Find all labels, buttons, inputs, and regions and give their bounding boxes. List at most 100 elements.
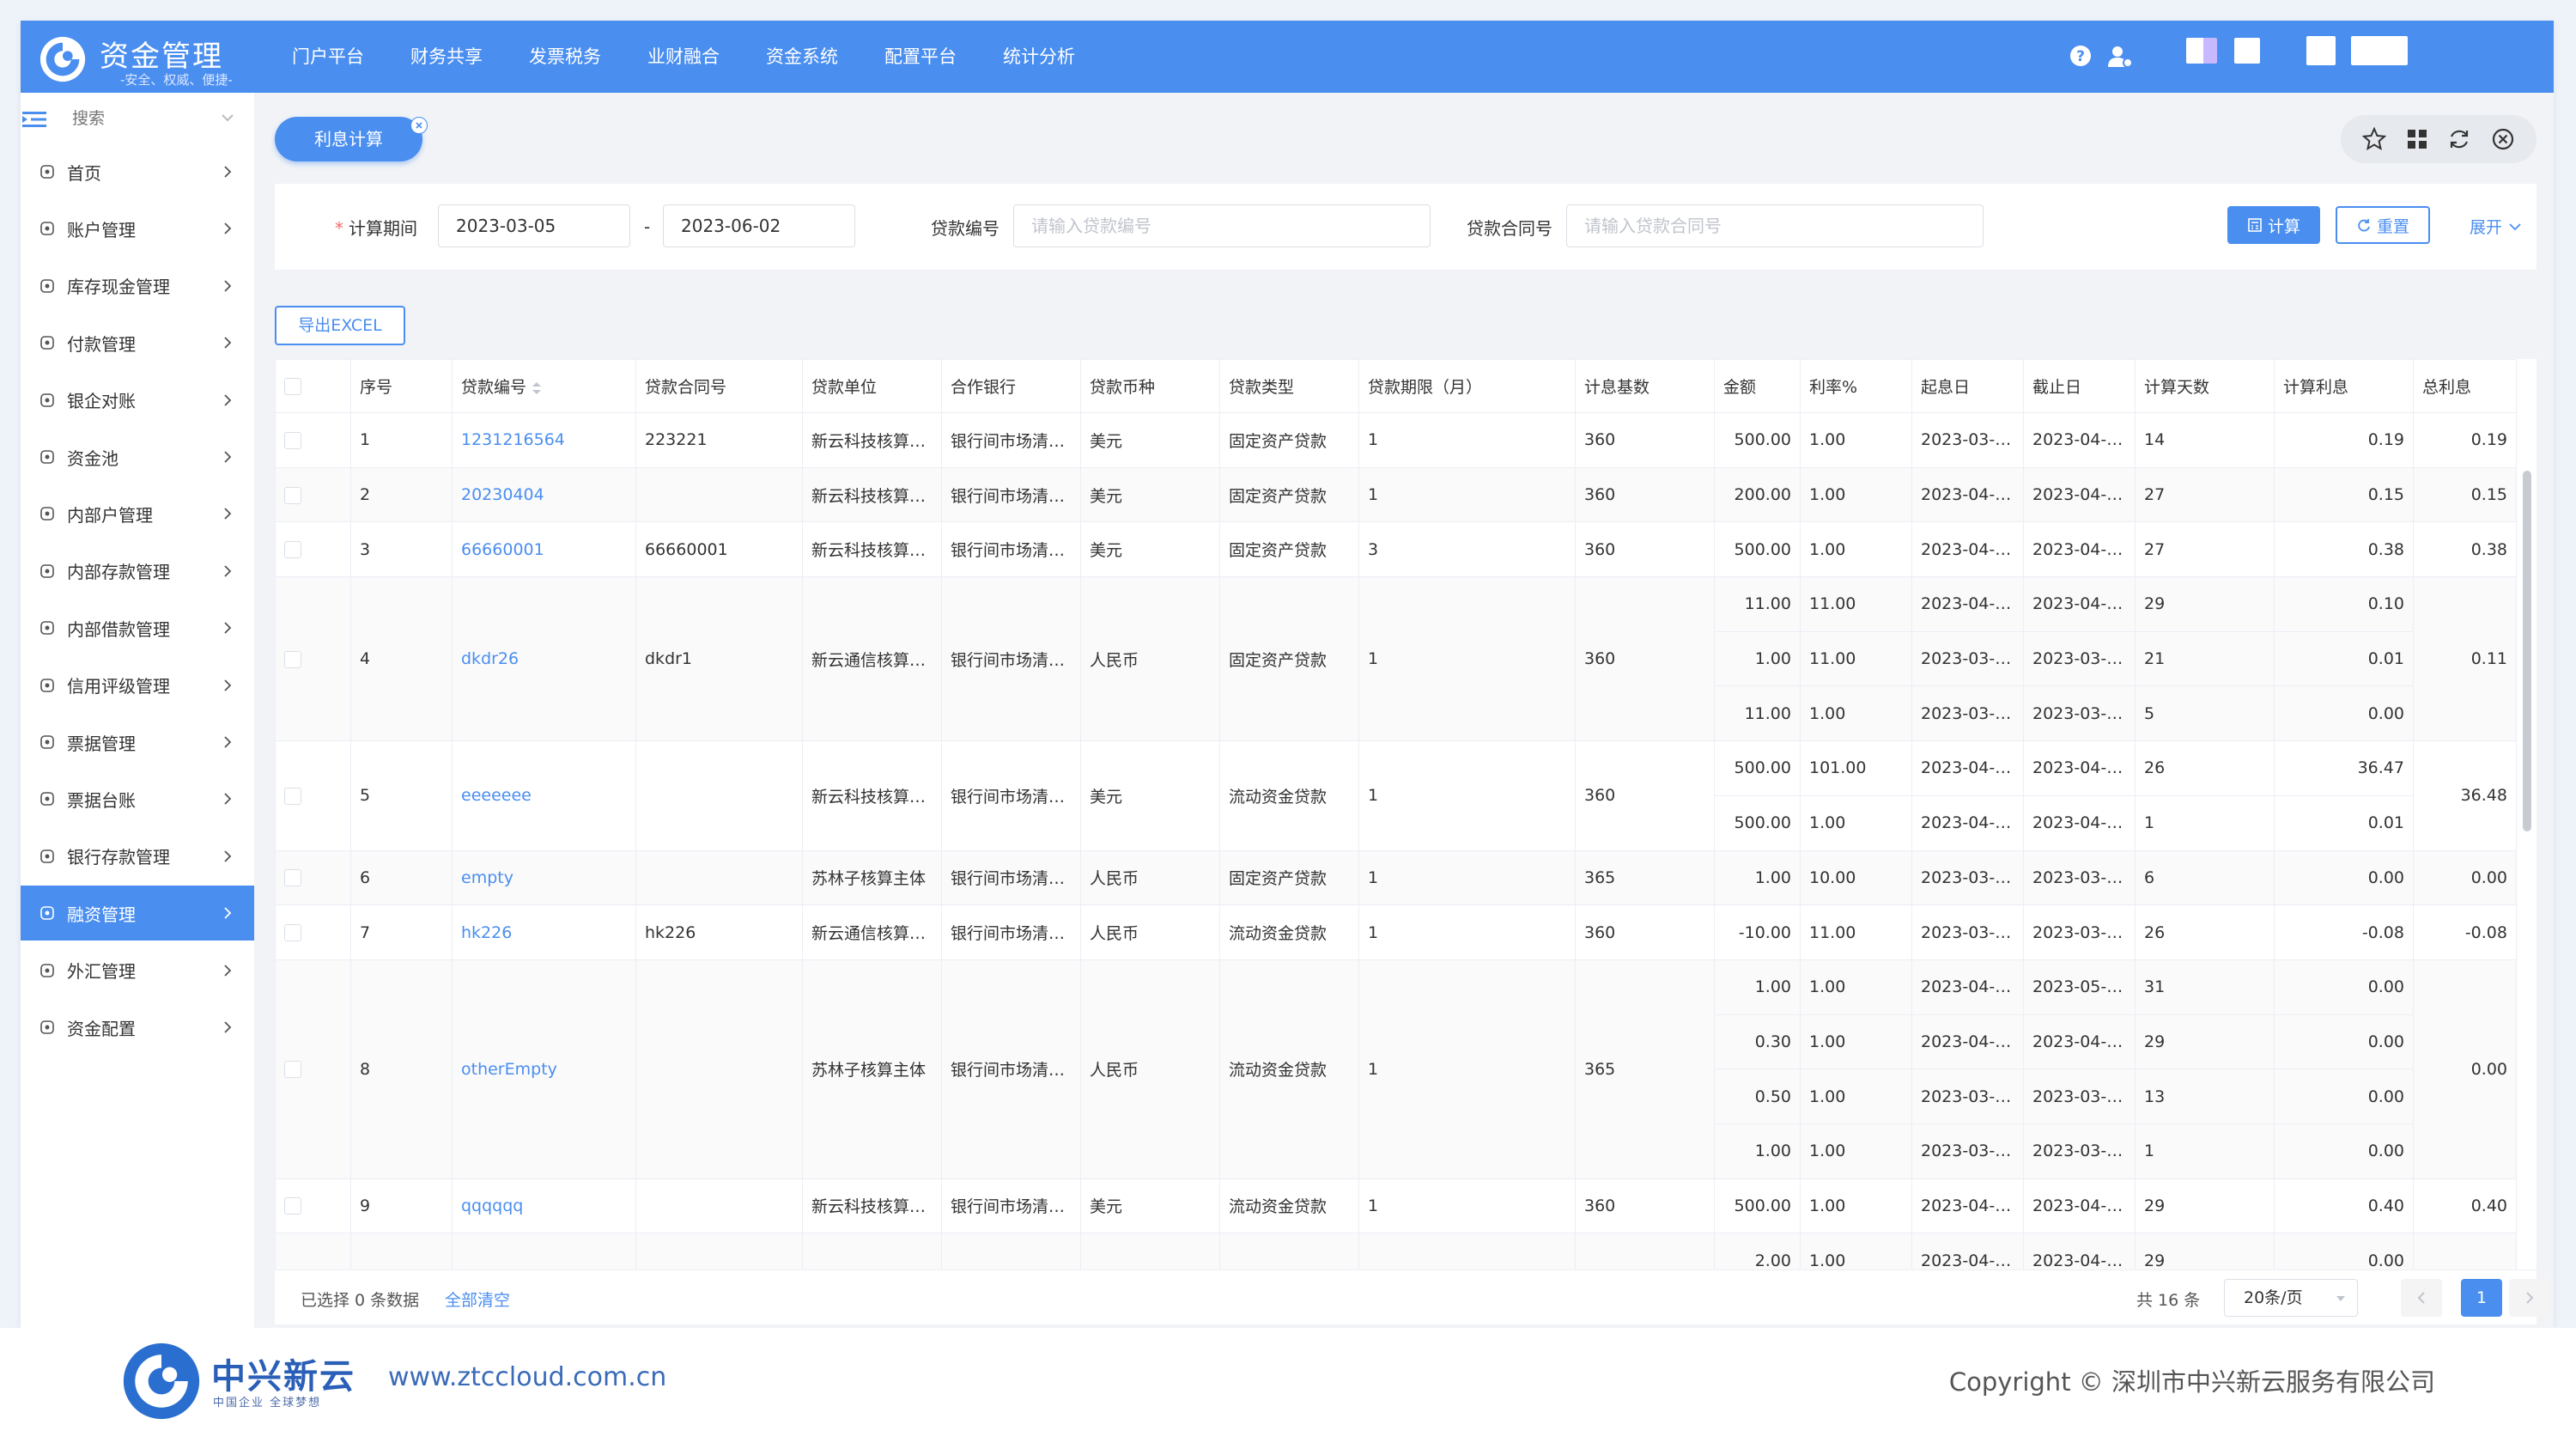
- cell-loan-no-link[interactable]: qqqqqq: [452, 1178, 636, 1234]
- sidebar-item[interactable]: 票据台账: [21, 771, 254, 826]
- account-name-box[interactable]: [2351, 36, 2408, 65]
- cell-type: 流动资金贷款: [1219, 1178, 1359, 1234]
- sidebar-item[interactable]: 库存现金管理: [21, 259, 254, 314]
- sort-icon[interactable]: [532, 381, 542, 396]
- sidebar-item[interactable]: 银行存款管理: [21, 829, 254, 884]
- row-checkbox[interactable]: [284, 541, 301, 559]
- cell-loan-no-link[interactable]: empty: [452, 849, 636, 906]
- page-size-select[interactable]: 20条/页: [2224, 1279, 2358, 1317]
- grid-icon[interactable]: [2406, 128, 2428, 150]
- row-checkbox[interactable]: [284, 650, 301, 668]
- row-select-cell: [275, 576, 351, 742]
- row-checkbox[interactable]: [284, 1061, 301, 1079]
- nav-statistics[interactable]: 统计分析: [1003, 21, 1075, 93]
- table-row[interactable]: 2 20230404 新云科技核算主体 银行间市场清算所 美元 固定资产贷款 1 360 200…: [275, 466, 2517, 523]
- user-settings-icon[interactable]: [2107, 45, 2133, 69]
- sidebar-item[interactable]: 账户管理: [21, 201, 254, 256]
- start-date-input[interactable]: [438, 204, 630, 247]
- table-row[interactable]: 7 hk226 hk226 新云通信核算主体 银行间市场清算所 人民币 流动资金贷款 1 360…: [275, 904, 2517, 960]
- page-button[interactable]: 1: [2461, 1279, 2502, 1317]
- cell-loan-no-link[interactable]: 20230404: [452, 466, 636, 523]
- sidebar-item[interactable]: 内部存款管理: [21, 544, 254, 599]
- table-row[interactable]: 8 otherEmpty 苏林子核算主体 银行间市场清算所 人民币 流动资金贷款 1 365 1…: [275, 959, 2517, 1179]
- chevron-right-icon: [224, 1021, 232, 1033]
- cell-rate: 1.00: [1800, 1014, 1912, 1070]
- sidebar-item[interactable]: 外汇管理: [21, 943, 254, 998]
- tab-interest-calc[interactable]: 利息计算: [275, 117, 422, 161]
- row-checkbox[interactable]: [284, 787, 301, 805]
- nav-config-platform[interactable]: 配置平台: [884, 21, 957, 93]
- cell-contract: [635, 466, 803, 523]
- tab-close-button[interactable]: [410, 117, 428, 134]
- table-row[interactable]: 1 1231216564 223221 新云科技核算主体 银行间市场清算所 美元 固定资产贷…: [275, 412, 2517, 468]
- chevron-down-icon[interactable]: [222, 113, 234, 122]
- nav-invoice-tax[interactable]: 发票税务: [529, 21, 601, 93]
- sidebar-item[interactable]: 首页: [21, 144, 254, 199]
- table-body: 1 1231216564 223221 新云科技核算主体 银行间市场清算所 美元 固定资产贷…: [275, 412, 2517, 1269]
- cell-loan-no-link[interactable]: hk226: [452, 904, 636, 960]
- user-avatar[interactable]: [2186, 38, 2217, 64]
- star-icon[interactable]: [2362, 127, 2387, 151]
- select-all-checkbox[interactable]: [284, 378, 301, 395]
- column-header: 截止日: [2023, 359, 2136, 413]
- table-row[interactable]: 3 66660001 66660001 新云科技核算主体 银行间市场清算所 美元 固定资产贷…: [275, 521, 2517, 578]
- nav-treasury-system[interactable]: 资金系统: [766, 21, 838, 93]
- table-row[interactable]: 2.00 1.00 2023-04-01 2023-04-30 29 0.00: [275, 1233, 2517, 1269]
- table-row[interactable]: 4 dkdr26 dkdr1 新云通信核算主体 银行间市场清算所 人民币 固定资产贷款 1 36…: [275, 576, 2517, 742]
- table-row[interactable]: 9 qqqqqq 新云科技核算主体 银行间市场清算所 美元 流动资金贷款 1 360 500.0…: [275, 1178, 2517, 1234]
- cell-loan-no-link[interactable]: 66660001: [452, 521, 636, 578]
- table-scrollbar[interactable]: [2523, 471, 2531, 831]
- sidebar-item[interactable]: 票据管理: [21, 715, 254, 770]
- cell-loan-no-link[interactable]: [452, 1233, 636, 1269]
- nav-portal[interactable]: 门户平台: [292, 21, 364, 93]
- cell-amount: 1.00: [1714, 849, 1801, 906]
- user-badge-box[interactable]: [2234, 38, 2260, 64]
- sidebar-item[interactable]: 信用评级管理: [21, 658, 254, 713]
- calculate-button-label: 计算: [2267, 216, 2300, 236]
- cell-bank: 银行间市场清算所: [941, 466, 1081, 523]
- sidebar-item[interactable]: 资金池: [21, 429, 254, 484]
- cell-rate: 1.00: [1800, 795, 1912, 851]
- sidebar-search-input[interactable]: [72, 105, 210, 132]
- row-checkbox[interactable]: [284, 486, 301, 504]
- row-checkbox[interactable]: [284, 924, 301, 942]
- sidebar-item[interactable]: 付款管理: [21, 315, 254, 370]
- sidebar-item[interactable]: 内部借款管理: [21, 600, 254, 655]
- next-page-button[interactable]: [2509, 1279, 2550, 1317]
- menu-fold-icon[interactable]: [21, 110, 50, 129]
- brand-url[interactable]: www.ztccloud.com.cn: [388, 1362, 666, 1392]
- help-icon[interactable]: ?: [2069, 45, 2092, 67]
- end-date-input[interactable]: [663, 204, 855, 247]
- sidebar-item[interactable]: 内部户管理: [21, 486, 254, 541]
- forex-icon: [38, 961, 57, 980]
- prev-page-button[interactable]: [2401, 1279, 2442, 1317]
- sidebar-item[interactable]: 融资管理: [21, 886, 254, 941]
- nav-finance-share[interactable]: 财务共享: [410, 21, 483, 93]
- table-row[interactable]: 5 eeeeeee 新云科技核算主体 银行间市场清算所 美元 流动资金贷款 1 360 500.…: [275, 740, 2517, 851]
- cell-loan-no-link[interactable]: dkdr26: [452, 576, 636, 742]
- clear-all-link[interactable]: 全部清空: [445, 1288, 510, 1311]
- column-header-sortable[interactable]: 贷款编号: [452, 359, 636, 413]
- expand-button[interactable]: 展开: [2470, 215, 2521, 238]
- calculate-button[interactable]: 计算: [2227, 206, 2320, 244]
- app-logo[interactable]: 资金管理 -安全、权威、便捷-: [38, 29, 261, 88]
- cell-amount: 11.00: [1714, 576, 1801, 632]
- chevron-right-icon: [224, 964, 232, 977]
- reset-button[interactable]: 重置: [2336, 206, 2430, 244]
- refresh-icon[interactable]: [2447, 127, 2471, 151]
- contract-input[interactable]: [1566, 204, 1984, 247]
- close-circle-icon[interactable]: [2491, 127, 2515, 151]
- row-checkbox[interactable]: [284, 869, 301, 887]
- row-checkbox[interactable]: [284, 431, 301, 449]
- cell-loan-no-link[interactable]: 1231216564: [452, 412, 636, 468]
- sidebar-item[interactable]: 银企对账: [21, 373, 254, 428]
- loan-no-input[interactable]: [1013, 204, 1431, 247]
- sidebar-item[interactable]: 资金配置: [21, 1000, 254, 1055]
- cell-loan-no-link[interactable]: otherEmpty: [452, 959, 636, 1179]
- table-row[interactable]: 6 empty 苏林子核算主体 银行间市场清算所 人民币 固定资产贷款 1 365 1.00 10…: [275, 849, 2517, 906]
- app-switcher-box[interactable]: [2306, 36, 2336, 65]
- nav-business-finance[interactable]: 业财融合: [647, 21, 720, 93]
- cell-loan-no-link[interactable]: eeeeeee: [452, 740, 636, 851]
- row-checkbox[interactable]: [284, 1197, 301, 1215]
- export-excel-button[interactable]: 导出EXCEL: [275, 306, 405, 345]
